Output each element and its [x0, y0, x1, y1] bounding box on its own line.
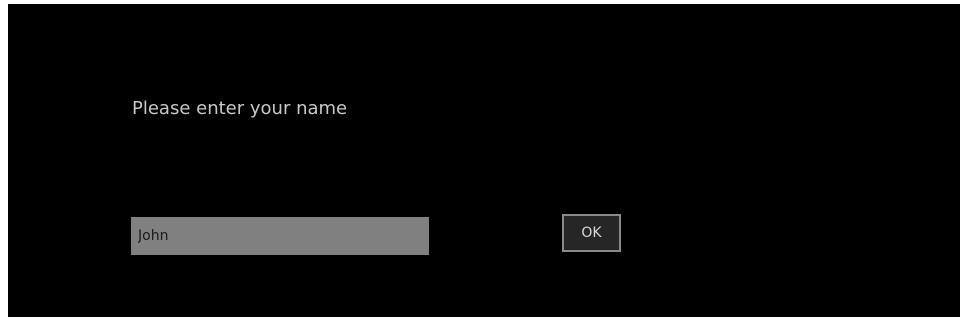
prompt-label: Please enter your name: [132, 98, 348, 119]
name-dialog: Please enter your name OK: [8, 4, 960, 317]
ok-button[interactable]: OK: [562, 214, 621, 252]
name-input[interactable]: [131, 217, 429, 255]
